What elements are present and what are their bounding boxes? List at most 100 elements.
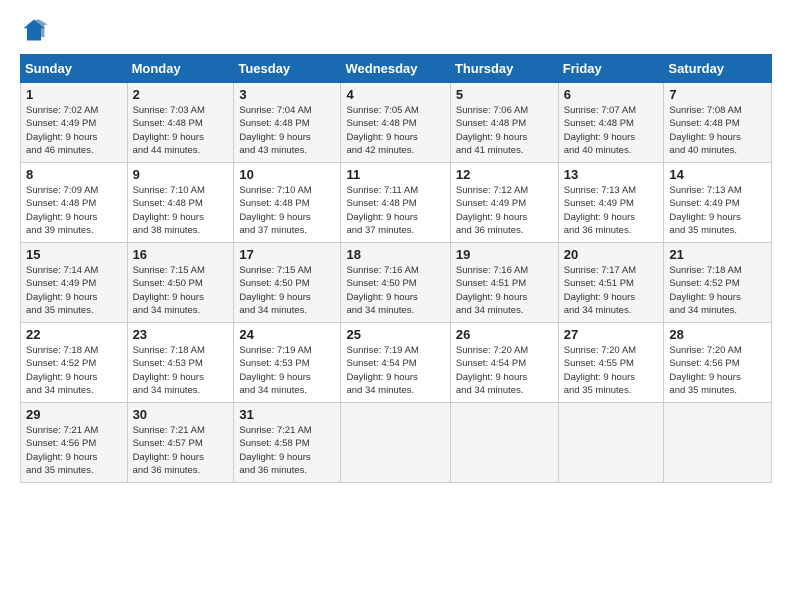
col-header-friday: Friday <box>558 55 664 83</box>
calendar-cell <box>664 403 772 483</box>
page-header <box>20 16 772 44</box>
day-number: 12 <box>456 167 553 182</box>
day-number: 2 <box>133 87 229 102</box>
day-number: 19 <box>456 247 553 262</box>
calendar-cell: 1Sunrise: 7:02 AM Sunset: 4:49 PM Daylig… <box>21 83 128 163</box>
calendar-cell: 31 Sunrise: 7:21 AM Sunset: 4:58 PM Dayli… <box>234 403 341 483</box>
day-number: 24 <box>239 327 335 342</box>
day-number: 25 <box>346 327 444 342</box>
calendar-cell: 19 Sunrise: 7:16 AM Sunset: 4:51 PM Dayli… <box>450 243 558 323</box>
calendar-cell: 10 Sunrise: 7:10 AM Sunset: 4:48 PM Dayli… <box>234 163 341 243</box>
week-row-1: 1Sunrise: 7:02 AM Sunset: 4:49 PM Daylig… <box>21 83 772 163</box>
calendar-cell: 14Sunrise: 7:13 AM Sunset: 4:49 PM Dayli… <box>664 163 772 243</box>
day-number: 20 <box>564 247 659 262</box>
day-number: 9 <box>133 167 229 182</box>
day-info: Sunrise: 7:21 AM Sunset: 4:58 PM Dayligh… <box>239 424 335 477</box>
day-number: 6 <box>564 87 659 102</box>
day-info: Sunrise: 7:13 AM Sunset: 4:49 PM Dayligh… <box>564 184 659 237</box>
day-number: 8 <box>26 167 122 182</box>
col-header-thursday: Thursday <box>450 55 558 83</box>
day-number: 23 <box>133 327 229 342</box>
header-row: SundayMondayTuesdayWednesdayThursdayFrid… <box>21 55 772 83</box>
week-row-3: 15 Sunrise: 7:14 AM Sunset: 4:49 PM Dayli… <box>21 243 772 323</box>
day-number: 21 <box>669 247 766 262</box>
calendar-cell: 28 Sunrise: 7:20 AM Sunset: 4:56 PM Dayli… <box>664 323 772 403</box>
calendar-table: SundayMondayTuesdayWednesdayThursdayFrid… <box>20 54 772 483</box>
day-number: 29 <box>26 407 122 422</box>
col-header-tuesday: Tuesday <box>234 55 341 83</box>
day-info: Sunrise: 7:11 AM Sunset: 4:48 PM Dayligh… <box>346 184 444 237</box>
calendar-cell: 27 Sunrise: 7:20 AM Sunset: 4:55 PM Dayli… <box>558 323 664 403</box>
calendar-cell: 4 Sunrise: 7:05 AM Sunset: 4:48 PM Daylig… <box>341 83 450 163</box>
day-info: Sunrise: 7:18 AM Sunset: 4:52 PM Dayligh… <box>669 264 766 317</box>
day-info: Sunrise: 7:16 AM Sunset: 4:51 PM Dayligh… <box>456 264 553 317</box>
week-row-5: 29 Sunrise: 7:21 AM Sunset: 4:56 PM Dayli… <box>21 403 772 483</box>
calendar-cell: 8 Sunrise: 7:09 AM Sunset: 4:48 PM Daylig… <box>21 163 128 243</box>
day-info: Sunrise: 7:19 AM Sunset: 4:53 PM Dayligh… <box>239 344 335 397</box>
day-number: 11 <box>346 167 444 182</box>
calendar-cell: 11 Sunrise: 7:11 AM Sunset: 4:48 PM Dayli… <box>341 163 450 243</box>
calendar-cell: 13 Sunrise: 7:13 AM Sunset: 4:49 PM Dayli… <box>558 163 664 243</box>
day-number: 7 <box>669 87 766 102</box>
day-number: 13 <box>564 167 659 182</box>
day-info: Sunrise: 7:09 AM Sunset: 4:48 PM Dayligh… <box>26 184 122 237</box>
day-info: Sunrise: 7:15 AM Sunset: 4:50 PM Dayligh… <box>239 264 335 317</box>
col-header-monday: Monday <box>127 55 234 83</box>
calendar-cell: 15 Sunrise: 7:14 AM Sunset: 4:49 PM Dayli… <box>21 243 128 323</box>
col-header-sunday: Sunday <box>21 55 128 83</box>
day-info: Sunrise: 7:08 AM Sunset: 4:48 PM Dayligh… <box>669 104 766 157</box>
day-info: Sunrise: 7:12 AM Sunset: 4:49 PM Dayligh… <box>456 184 553 237</box>
day-info: Sunrise: 7:21 AM Sunset: 4:57 PM Dayligh… <box>133 424 229 477</box>
calendar-cell <box>450 403 558 483</box>
calendar-cell: 22Sunrise: 7:18 AM Sunset: 4:52 PM Dayli… <box>21 323 128 403</box>
calendar-cell: 9 Sunrise: 7:10 AM Sunset: 4:48 PM Daylig… <box>127 163 234 243</box>
day-number: 10 <box>239 167 335 182</box>
calendar-cell: 21 Sunrise: 7:18 AM Sunset: 4:52 PM Dayli… <box>664 243 772 323</box>
day-info: Sunrise: 7:10 AM Sunset: 4:48 PM Dayligh… <box>133 184 229 237</box>
logo-icon <box>20 16 48 44</box>
day-number: 30 <box>133 407 229 422</box>
calendar-cell: 2 Sunrise: 7:03 AM Sunset: 4:48 PM Daylig… <box>127 83 234 163</box>
day-info: Sunrise: 7:17 AM Sunset: 4:51 PM Dayligh… <box>564 264 659 317</box>
day-number: 14 <box>669 167 766 182</box>
calendar-cell: 24 Sunrise: 7:19 AM Sunset: 4:53 PM Dayli… <box>234 323 341 403</box>
day-info: Sunrise: 7:21 AM Sunset: 4:56 PM Dayligh… <box>26 424 122 477</box>
day-number: 28 <box>669 327 766 342</box>
calendar-cell: 12 Sunrise: 7:12 AM Sunset: 4:49 PM Dayli… <box>450 163 558 243</box>
day-info: Sunrise: 7:10 AM Sunset: 4:48 PM Dayligh… <box>239 184 335 237</box>
day-info: Sunrise: 7:07 AM Sunset: 4:48 PM Dayligh… <box>564 104 659 157</box>
day-info: Sunrise: 7:04 AM Sunset: 4:48 PM Dayligh… <box>239 104 335 157</box>
col-header-wednesday: Wednesday <box>341 55 450 83</box>
day-info: Sunrise: 7:16 AM Sunset: 4:50 PM Dayligh… <box>346 264 444 317</box>
calendar-cell: 6 Sunrise: 7:07 AM Sunset: 4:48 PM Daylig… <box>558 83 664 163</box>
day-info: Sunrise: 7:06 AM Sunset: 4:48 PM Dayligh… <box>456 104 553 157</box>
calendar-cell: 25 Sunrise: 7:19 AM Sunset: 4:54 PM Dayli… <box>341 323 450 403</box>
day-number: 4 <box>346 87 444 102</box>
calendar-cell: 29 Sunrise: 7:21 AM Sunset: 4:56 PM Dayli… <box>21 403 128 483</box>
day-number: 27 <box>564 327 659 342</box>
day-info: Sunrise: 7:20 AM Sunset: 4:56 PM Dayligh… <box>669 344 766 397</box>
day-number: 31 <box>239 407 335 422</box>
calendar-cell: 30 Sunrise: 7:21 AM Sunset: 4:57 PM Dayli… <box>127 403 234 483</box>
day-number: 16 <box>133 247 229 262</box>
day-info: Sunrise: 7:05 AM Sunset: 4:48 PM Dayligh… <box>346 104 444 157</box>
day-info: Sunrise: 7:15 AM Sunset: 4:50 PM Dayligh… <box>133 264 229 317</box>
day-info: Sunrise: 7:20 AM Sunset: 4:54 PM Dayligh… <box>456 344 553 397</box>
calendar-cell: 17Sunrise: 7:15 AM Sunset: 4:50 PM Dayli… <box>234 243 341 323</box>
day-info: Sunrise: 7:19 AM Sunset: 4:54 PM Dayligh… <box>346 344 444 397</box>
calendar-cell: 18Sunrise: 7:16 AM Sunset: 4:50 PM Dayli… <box>341 243 450 323</box>
day-number: 15 <box>26 247 122 262</box>
calendar-cell: 23Sunrise: 7:18 AM Sunset: 4:53 PM Dayli… <box>127 323 234 403</box>
day-info: Sunrise: 7:20 AM Sunset: 4:55 PM Dayligh… <box>564 344 659 397</box>
day-info: Sunrise: 7:14 AM Sunset: 4:49 PM Dayligh… <box>26 264 122 317</box>
week-row-2: 8 Sunrise: 7:09 AM Sunset: 4:48 PM Daylig… <box>21 163 772 243</box>
calendar-cell: 3 Sunrise: 7:04 AM Sunset: 4:48 PM Daylig… <box>234 83 341 163</box>
day-number: 26 <box>456 327 553 342</box>
calendar-cell <box>558 403 664 483</box>
day-info: Sunrise: 7:02 AM Sunset: 4:49 PM Dayligh… <box>26 104 122 157</box>
day-number: 3 <box>239 87 335 102</box>
day-info: Sunrise: 7:03 AM Sunset: 4:48 PM Dayligh… <box>133 104 229 157</box>
calendar-cell: 20 Sunrise: 7:17 AM Sunset: 4:51 PM Dayli… <box>558 243 664 323</box>
logo <box>20 16 52 44</box>
day-number: 5 <box>456 87 553 102</box>
